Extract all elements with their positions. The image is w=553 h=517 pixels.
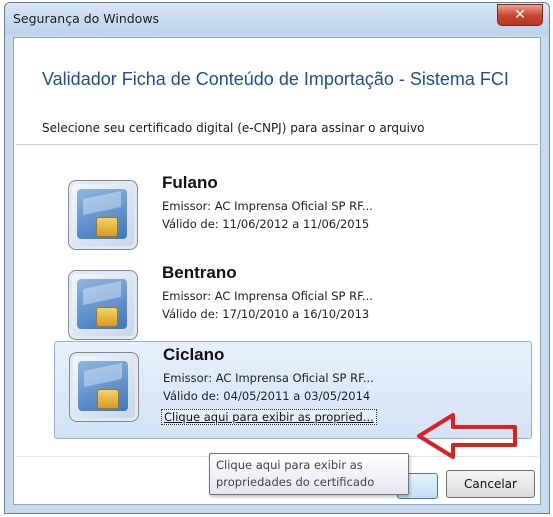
certificate-properties-link[interactable]: Clique aqui para exibir as propried... bbox=[161, 409, 377, 425]
certificate-validity: Válido de: 11/06/2012 a 11/06/2015 bbox=[162, 217, 370, 231]
certificate-name: Bentrano bbox=[162, 263, 237, 282]
certificate-issuer: Emissor: AC Imprensa Oficial SP RF... bbox=[162, 199, 373, 213]
window-title: Segurança do Windows bbox=[13, 11, 160, 26]
cancel-button[interactable]: Cancelar bbox=[446, 470, 535, 498]
windows-security-dialog: Segurança do Windows ✕ Validador Ficha d… bbox=[4, 2, 550, 514]
smart-card-icon bbox=[68, 270, 138, 340]
certificate-item-bentrano[interactable]: Bentrano Emissor: AC Imprensa Oficial SP… bbox=[54, 260, 532, 350]
instruction-text: Selecione seu certificado digital (e-CNP… bbox=[42, 121, 425, 135]
dialog-heading: Validador Ficha de Conteúdo de Importaçã… bbox=[42, 69, 509, 89]
properties-tooltip: Clique aqui para exibir as propriedades … bbox=[209, 453, 409, 495]
title-bar: Segurança do Windows ✕ bbox=[5, 3, 549, 35]
certificate-validity: Válido de: 04/05/2011 a 03/05/2014 bbox=[163, 389, 371, 403]
certificate-item-fulano[interactable]: Fulano Emissor: AC Imprensa Oficial SP R… bbox=[54, 170, 532, 260]
close-icon: ✕ bbox=[514, 7, 526, 23]
smart-card-icon bbox=[68, 180, 138, 250]
smart-card-icon bbox=[69, 352, 139, 422]
tooltip-line-1: Clique aqui para exibir as bbox=[216, 458, 363, 472]
certificate-validity: Válido de: 17/10/2010 a 16/10/2013 bbox=[162, 307, 370, 321]
certificate-name: Ciclano bbox=[163, 345, 225, 364]
separator bbox=[16, 144, 538, 145]
tooltip-line-2: propriedades do certificado bbox=[216, 475, 375, 489]
certificate-name: Fulano bbox=[162, 173, 218, 192]
certificate-issuer: Emissor: AC Imprensa Oficial SP RF... bbox=[162, 289, 373, 303]
red-arrow-icon bbox=[417, 413, 517, 459]
close-button[interactable]: ✕ bbox=[497, 4, 543, 26]
certificate-issuer: Emissor: AC Imprensa Oficial SP RF... bbox=[163, 371, 374, 385]
